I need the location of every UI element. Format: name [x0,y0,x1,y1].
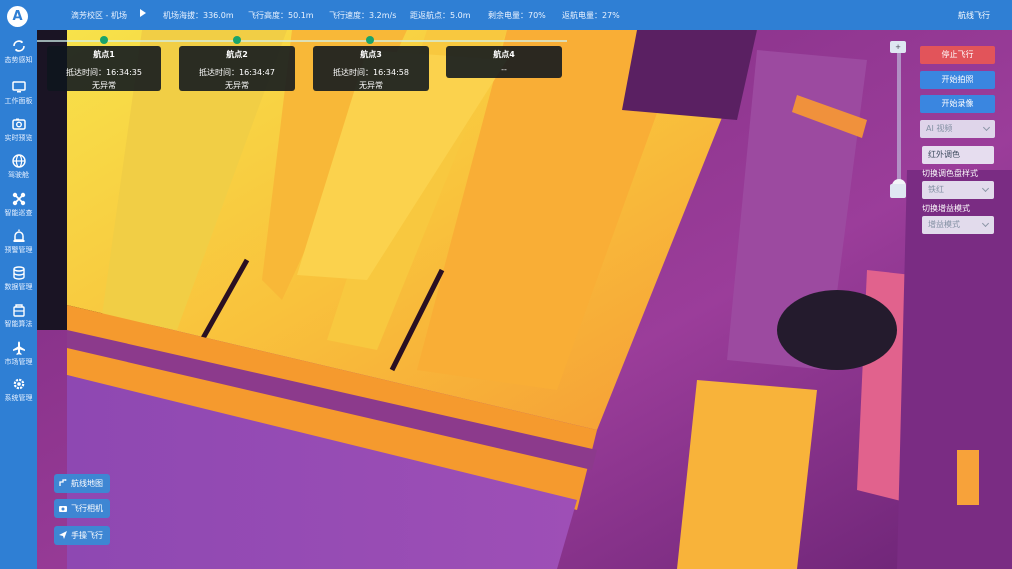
waypoint-card-3[interactable]: 航点3 抵达时间：16:34:58 无异常 [313,46,429,91]
chevron-down-icon [981,219,990,228]
sidebar: A 态势感知 工作面板 实时预览 驾驶舱 智能巡查 预警管理 数据管理 智能算法… [0,0,37,569]
waypoint-status: 无异常 [225,81,249,90]
camera-icon [59,506,67,512]
sidebar-item-label: 市场管理 [4,358,33,366]
route-icon [59,479,67,486]
sidebar-item-label: 智能算法 [4,320,33,328]
infrared-option-label: 红外调色 [928,150,960,159]
waypoint-status: 无异常 [92,81,116,90]
manual-flight-button[interactable]: 手操飞行 [54,526,110,545]
gain-mode-label: 切换增益模式 [922,204,970,213]
waypoint-card-4[interactable]: 航点4 -- [446,46,562,78]
sidebar-item-label: 系统管理 [4,394,33,402]
sidebar-item-data[interactable]: 数据管理 [0,265,37,301]
sidebar-item-situation[interactable]: 态势感知 [0,38,37,74]
chip-icon [12,304,25,317]
start-record-button[interactable]: 开始录像 [920,95,995,113]
waypoint-title: 航点1 [93,50,115,59]
route-map-label: 航线地图 [71,479,103,488]
waypoint-arrival: 抵达时间：16:34:58 [333,68,409,77]
flight-mode: 航线飞行 [958,11,990,20]
waypoint-title: 航点2 [226,50,248,59]
flight-speed: 飞行速度：3.2m/s [329,11,397,20]
sidebar-item-label: 实时预览 [4,134,33,142]
route-map-button[interactable]: 航线地图 [54,474,110,493]
sidebar-item-market[interactable]: 市场管理 [0,340,37,376]
globe-icon [11,154,26,168]
location-label[interactable]: 滴芳校区 - 机场 [71,10,127,21]
waypoint-arrival: 抵达时间：16:34:47 [199,68,275,77]
database-icon [12,266,25,280]
waypoint-status: 无异常 [359,81,383,90]
camera-icon [11,118,26,130]
drone-icon [12,192,25,206]
sidebar-item-alarm[interactable]: 预警管理 [0,228,37,264]
sidebar-item-label: 驾驶舱 [8,171,29,179]
manual-flight-label: 手操飞行 [71,531,103,540]
flight-camera-label: 飞行相机 [71,504,103,513]
chevron-down-icon [982,123,991,132]
waypoint-marker-3[interactable] [366,36,374,44]
flight-camera-button[interactable]: 飞行相机 [54,499,110,518]
app-logo[interactable]: A [7,6,28,27]
airport-altitude: 机场海拔：336.0m [163,11,234,20]
waypoint-card-2[interactable]: 航点2 抵达时间：16:34:47 无异常 [179,46,295,91]
thermal-image [37,30,1012,569]
sidebar-item-label: 工作面板 [4,97,33,105]
top-status-bar: 滴芳校区 - 机场 机场海拔：336.0m 飞行高度：50.1m 飞行速度：3.… [37,0,1012,30]
waypoint-card-1[interactable]: 航点1 抵达时间：16:34:35 无异常 [47,46,161,91]
sync-icon [12,40,25,52]
airplane-icon [12,341,25,355]
navigation-arrow-icon [59,531,67,539]
play-icon[interactable] [140,9,146,17]
distance-to-home: 距返航点：5.0m [410,11,471,20]
gain-mode-select[interactable]: 增益模式 [922,216,994,234]
thermal-video-feed[interactable]: 航点1 抵达时间：16:34:35 无异常 航点2 抵达时间：16:34:47 … [37,30,1012,569]
palette-value: 铁红 [928,185,944,194]
sidebar-item-label: 数据管理 [4,283,33,291]
gain-mode-value: 增益模式 [928,220,960,229]
waypoint-title: 航点3 [360,50,382,59]
waypoint-marker-2[interactable] [233,36,241,44]
sidebar-item-workpanel[interactable]: 工作面板 [0,79,37,115]
waypoint-title: 航点4 [493,50,515,59]
waypoint-arrival: -- [501,65,507,74]
sidebar-item-label: 态势感知 [4,56,33,64]
chevron-down-icon [981,184,990,193]
start-photo-button[interactable]: 开始拍照 [920,71,995,89]
waypoint-marker-1[interactable] [100,36,108,44]
stop-flight-button[interactable]: 停止飞行 [920,46,995,64]
video-source-value: AI 视频 [926,124,953,133]
zoom-slider-track[interactable] [897,45,901,195]
return-battery: 返航电量：27% [562,11,620,20]
gear-icon [13,378,24,390]
sidebar-item-cockpit[interactable]: 驾驶舱 [0,153,37,189]
route-progress-track [37,40,567,42]
zoom-in-button[interactable]: + [890,41,906,53]
palette-select[interactable]: 铁红 [922,181,994,199]
alarm-icon [13,229,24,242]
video-source-select[interactable]: AI 视频 [920,120,995,138]
waypoint-arrival: 抵达时间：16:34:35 [66,68,142,77]
battery-remaining: 剩余电量：70% [488,11,546,20]
sidebar-item-patrol[interactable]: 智能巡查 [0,191,37,227]
sidebar-item-system[interactable]: 系统管理 [0,376,37,412]
palette-style-label: 切换调色盘样式 [922,169,978,178]
zoom-out-button[interactable] [890,184,906,198]
monitor-icon [11,81,26,93]
sidebar-item-label: 智能巡查 [4,209,33,217]
sidebar-item-label: 预警管理 [4,246,33,254]
infrared-palette-option[interactable]: 红外调色 [922,146,994,164]
sidebar-item-preview[interactable]: 实时预览 [0,116,37,152]
sidebar-item-algorithm[interactable]: 智能算法 [0,302,37,338]
flight-altitude: 飞行高度：50.1m [248,11,314,20]
